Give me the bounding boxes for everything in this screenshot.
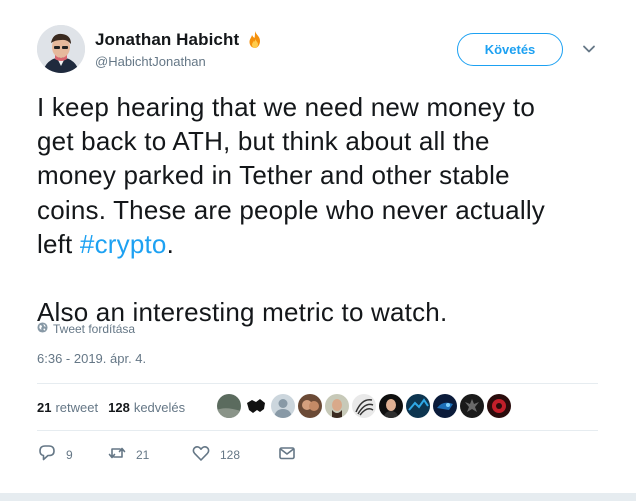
like-stat-count: 128: [108, 400, 130, 415]
liker-avatar[interactable]: [406, 394, 430, 418]
direct-message-button[interactable]: [277, 443, 297, 466]
tweet-stats: 21 retweet 128 kedvelés: [37, 400, 195, 415]
reply-count: 9: [66, 447, 73, 462]
liker-avatars: [217, 394, 511, 418]
translate-tweet-link[interactable]: Tweet fordítása: [37, 322, 135, 336]
retweet-stat-count: 21: [37, 400, 52, 415]
liker-avatar[interactable]: [433, 394, 457, 418]
author-name-row: Jonathan Habicht: [95, 30, 265, 50]
author-handle[interactable]: @HabichtJonathan: [95, 54, 206, 69]
liker-avatar[interactable]: [487, 394, 511, 418]
divider: [37, 430, 598, 431]
bottom-edge: [0, 493, 636, 501]
follow-button[interactable]: Követés: [457, 33, 563, 66]
tweet-timestamp[interactable]: 6:36 - 2019. ápr. 4.: [37, 351, 146, 366]
translate-label: Tweet fordítása: [53, 322, 136, 336]
tweet-actions: 9 21 128: [37, 443, 335, 466]
like-button[interactable]: 128: [191, 443, 277, 466]
liker-avatar[interactable]: [298, 394, 322, 418]
liker-avatar[interactable]: [352, 394, 376, 418]
envelope-icon: [277, 443, 297, 466]
retweet-stat-label: retweet: [55, 400, 99, 415]
globe-icon: [37, 322, 48, 336]
chevron-down-icon[interactable]: [582, 42, 596, 56]
fire-icon: [245, 30, 265, 50]
liker-avatar[interactable]: [379, 394, 403, 418]
heart-icon: [191, 443, 211, 466]
author-avatar[interactable]: [37, 25, 85, 73]
reply-icon: [37, 443, 57, 466]
retweet-stat[interactable]: 21 retweet: [37, 400, 98, 415]
tweet-text: I keep hearing that we need new money to…: [37, 90, 597, 329]
author-name[interactable]: Jonathan Habicht: [95, 30, 239, 50]
liker-avatar[interactable]: [325, 394, 349, 418]
hashtag-link[interactable]: #crypto: [80, 229, 167, 259]
like-stat[interactable]: 128 kedvelés: [108, 400, 185, 415]
like-stat-label: kedvelés: [133, 400, 186, 415]
reply-button[interactable]: 9: [37, 443, 107, 466]
liker-avatar[interactable]: [460, 394, 484, 418]
liker-avatar[interactable]: [217, 394, 241, 418]
liker-avatar[interactable]: [271, 394, 295, 418]
divider: [37, 383, 598, 384]
retweet-icon: [107, 443, 127, 466]
like-count: 128: [220, 447, 241, 462]
liker-avatar[interactable]: [244, 394, 268, 418]
retweet-button[interactable]: 21: [107, 443, 191, 466]
retweet-count: 21: [136, 447, 150, 462]
